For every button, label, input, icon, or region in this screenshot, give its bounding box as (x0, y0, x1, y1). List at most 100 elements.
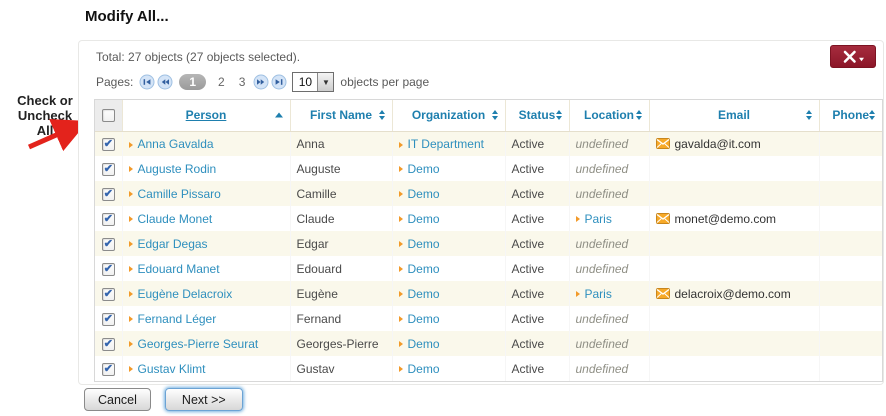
expand-bullet-icon[interactable] (399, 166, 403, 172)
location-link[interactable]: Paris (585, 212, 612, 226)
expand-bullet-icon[interactable] (129, 341, 133, 347)
person-link[interactable]: Anna Gavalda (138, 137, 214, 151)
expand-bullet-icon[interactable] (129, 241, 133, 247)
expand-bullet-icon[interactable] (576, 291, 580, 297)
location-undefined-text: undefined (576, 137, 629, 151)
status-text: Active (512, 187, 545, 201)
expand-bullet-icon[interactable] (399, 241, 403, 247)
expand-bullet-icon[interactable] (129, 291, 133, 297)
expand-bullet-icon[interactable] (399, 266, 403, 272)
organization-link[interactable]: Demo (408, 362, 440, 376)
page-number-link[interactable]: 2 (218, 75, 225, 89)
expand-bullet-icon[interactable] (576, 216, 580, 222)
select-all-checkbox[interactable] (102, 109, 115, 122)
person-link[interactable]: Georges-Pierre Seurat (138, 337, 259, 351)
page-title: Modify All... (85, 8, 169, 25)
last-page-button[interactable] (271, 74, 287, 90)
person-link[interactable]: Fernand Léger (138, 312, 217, 326)
expand-bullet-icon[interactable] (129, 142, 133, 148)
person-link[interactable]: Camille Pissaro (138, 187, 221, 201)
location-undefined-text: undefined (576, 312, 629, 326)
status-text: Active (512, 337, 545, 351)
table-row: Edgar DegasEdgarDemoActiveundefined (95, 231, 882, 256)
caret-down-icon (859, 57, 864, 61)
location-link[interactable]: Paris (585, 287, 612, 301)
first-name-text: Fernand (297, 312, 342, 326)
next-button[interactable]: Next >> (165, 388, 243, 411)
current-page-indicator[interactable]: 1 (179, 74, 206, 90)
location-undefined-text: undefined (576, 362, 629, 376)
person-link[interactable]: Claude Monet (138, 212, 213, 226)
row-checkbox[interactable] (102, 338, 115, 351)
per-page-select[interactable]: 10 ▼ (292, 72, 334, 92)
row-checkbox[interactable] (102, 363, 115, 376)
location-undefined-text: undefined (576, 262, 629, 276)
row-checkbox[interactable] (102, 138, 115, 151)
table-row: Claude MonetClaudeDemoActiveParismonet@d… (95, 206, 882, 231)
row-checkbox[interactable] (102, 188, 115, 201)
column-header-status[interactable]: Status (505, 100, 569, 131)
row-checkbox[interactable] (102, 213, 115, 226)
column-label: Location (584, 108, 634, 122)
row-checkbox[interactable] (102, 163, 115, 176)
expand-bullet-icon[interactable] (399, 216, 403, 222)
expand-bullet-icon[interactable] (399, 366, 403, 372)
organization-link[interactable]: Demo (408, 187, 440, 201)
objects-table: PersonFirst NameOrganizationStatus Locati… (95, 100, 882, 381)
organization-link[interactable]: Demo (408, 237, 440, 251)
expand-bullet-icon[interactable] (129, 366, 133, 372)
sort-toggle-icon (556, 110, 562, 120)
column-header-email[interactable]: Email (649, 100, 819, 131)
expand-bullet-icon[interactable] (399, 191, 403, 197)
organization-link[interactable]: Demo (408, 312, 440, 326)
column-header-phone[interactable]: Phone (819, 100, 882, 131)
expand-bullet-icon[interactable] (399, 341, 403, 347)
select-all-header (95, 100, 122, 131)
first-name-text: Gustav (297, 362, 335, 376)
organization-link[interactable]: Demo (408, 162, 440, 176)
row-checkbox[interactable] (102, 313, 115, 326)
organization-link[interactable]: IT Department (408, 137, 484, 151)
organization-link[interactable]: Demo (408, 262, 440, 276)
page-number-link[interactable]: 3 (239, 75, 246, 89)
next-page-button[interactable] (253, 74, 269, 90)
organization-link[interactable]: Demo (408, 287, 440, 301)
person-link[interactable]: Auguste Rodin (138, 162, 217, 176)
column-header-person[interactable]: Person (122, 100, 290, 131)
table-row: Georges-Pierre SeuratGeorges-PierreDemoA… (95, 331, 882, 356)
row-checkbox[interactable] (102, 263, 115, 276)
previous-page-icon (157, 74, 173, 90)
cancel-button[interactable]: Cancel (84, 388, 151, 411)
column-header-first[interactable]: First Name (290, 100, 392, 131)
sort-toggle-icon (492, 110, 498, 120)
person-link[interactable]: Edouard Manet (138, 262, 220, 276)
organization-link[interactable]: Demo (408, 212, 440, 226)
wizard-footer: Cancel Next >> (84, 388, 243, 411)
sort-toggle-icon (636, 110, 642, 120)
first-page-icon (139, 74, 155, 90)
status-text: Active (512, 237, 545, 251)
actions-menu-button[interactable] (830, 45, 876, 68)
person-link[interactable]: Edgar Degas (138, 237, 208, 251)
expand-bullet-icon[interactable] (399, 316, 403, 322)
table-row: Edouard ManetEdouardDemoActiveundefined (95, 256, 882, 281)
expand-bullet-icon[interactable] (129, 166, 133, 172)
person-link[interactable]: Eugène Delacroix (138, 287, 233, 301)
status-text: Active (512, 312, 545, 326)
row-checkbox[interactable] (102, 238, 115, 251)
person-link[interactable]: Gustav Klimt (138, 362, 206, 376)
first-page-button[interactable] (139, 74, 155, 90)
expand-bullet-icon[interactable] (399, 142, 403, 148)
row-checkbox[interactable] (102, 288, 115, 301)
status-text: Active (512, 162, 545, 176)
expand-bullet-icon[interactable] (129, 191, 133, 197)
table-row: Camille PissaroCamilleDemoActiveundefine… (95, 181, 882, 206)
column-header-org[interactable]: Organization (392, 100, 505, 131)
organization-link[interactable]: Demo (408, 337, 440, 351)
previous-page-button[interactable] (157, 74, 173, 90)
column-header-location[interactable]: Location (569, 100, 649, 131)
expand-bullet-icon[interactable] (129, 216, 133, 222)
expand-bullet-icon[interactable] (129, 266, 133, 272)
expand-bullet-icon[interactable] (399, 291, 403, 297)
expand-bullet-icon[interactable] (129, 316, 133, 322)
